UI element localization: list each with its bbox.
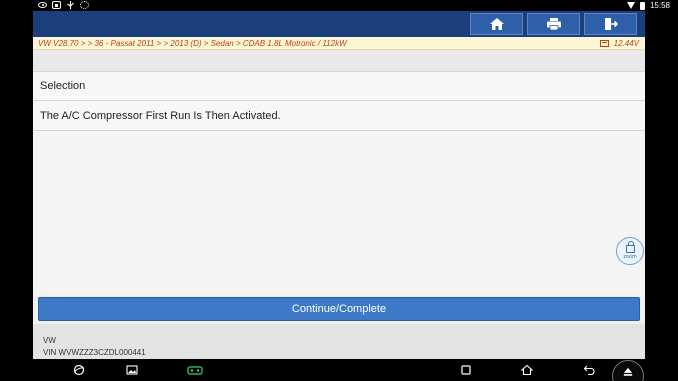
battery-icon <box>639 1 645 10</box>
content-area: Selection The A/C Compressor First Run I… <box>33 71 645 295</box>
usb-icon <box>66 1 75 9</box>
gallery-icon[interactable] <box>126 364 138 376</box>
home-icon <box>489 18 504 30</box>
settings-icon <box>80 1 89 9</box>
vehicle-make: VW <box>43 336 56 345</box>
status-right-icons: 15:58 <box>626 0 670 11</box>
lock-icon <box>625 241 635 253</box>
nav-bar <box>0 359 678 381</box>
exit-icon <box>604 18 618 30</box>
vci-icon[interactable] <box>186 364 204 376</box>
print-button[interactable] <box>527 13 580 35</box>
breadcrumb: VW V28.70 > > 36 - Passat 2011 > > 2013 … <box>33 37 645 50</box>
status-bar: 15:58 <box>0 0 678 11</box>
screenshot-icon <box>52 1 61 9</box>
recents-icon[interactable] <box>460 364 472 376</box>
app-window: VW V28.70 > > 36 - Passat 2011 > > 2013 … <box>33 11 645 359</box>
status-time: 15:58 <box>649 1 670 10</box>
zoom-label: zoom <box>623 254 637 260</box>
breadcrumb-path: VW V28.70 > > 36 - Passat 2011 > > 2013 … <box>38 39 347 48</box>
wifi-icon <box>626 2 635 9</box>
toolbar <box>33 11 645 37</box>
home-button[interactable] <box>470 13 523 35</box>
eject-icon <box>623 367 633 376</box>
voltage-indicator: 12.44V <box>599 39 639 48</box>
zoom-button[interactable]: zoom <box>616 237 644 265</box>
battery-voltage-icon <box>599 40 609 47</box>
continue-complete-button[interactable]: Continue/Complete <box>38 297 640 321</box>
nav-home-icon[interactable] <box>521 364 533 376</box>
browser-icon[interactable] <box>73 364 85 376</box>
vehicle-vin: VIN WVWZZZ3CZDL000441 <box>43 348 146 357</box>
header-spacer <box>33 50 645 71</box>
eye-icon <box>38 2 47 8</box>
voltage-value: 12.44V <box>613 39 639 48</box>
exit-button[interactable] <box>584 13 637 35</box>
status-left-icons <box>38 1 89 9</box>
selection-heading: Selection <box>33 71 645 101</box>
status-message: The A/C Compressor First Run Is Then Act… <box>33 101 645 131</box>
back-icon[interactable] <box>583 364 595 376</box>
vehicle-info: VW VIN WVWZZZ3CZDL000441 <box>33 324 645 359</box>
printer-icon <box>546 18 561 31</box>
